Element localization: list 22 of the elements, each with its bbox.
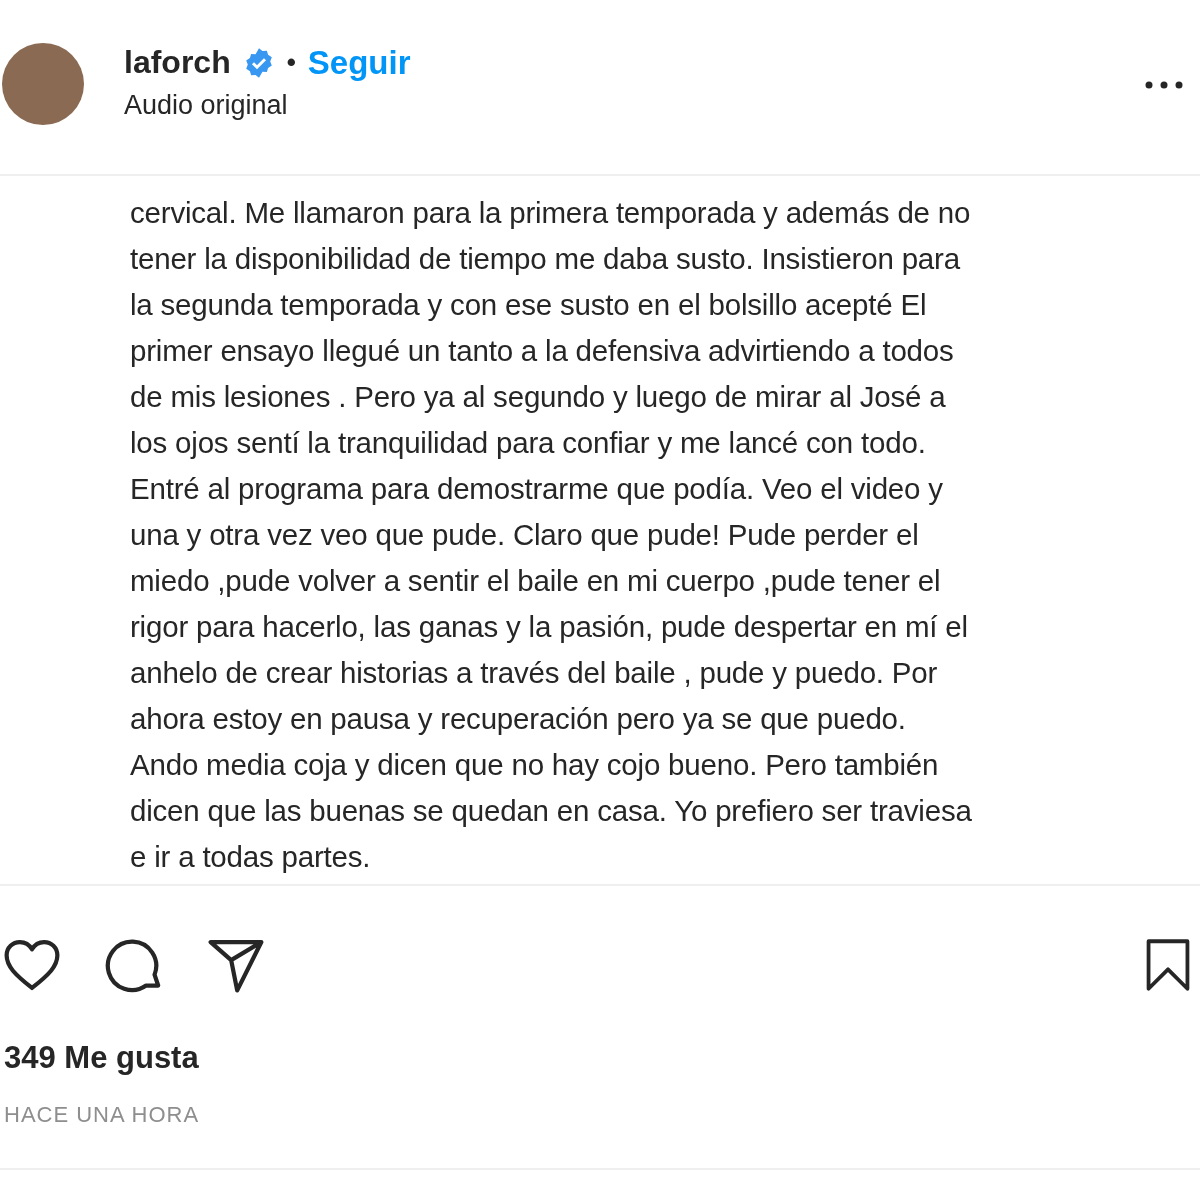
separator-dot: •: [286, 47, 296, 78]
more-options-icon[interactable]: [1144, 80, 1184, 90]
audio-label[interactable]: Audio original: [124, 89, 411, 121]
caption-line: Ando media coja y dicen que no hay cojo bueno. Pero también: [130, 747, 940, 783]
bookmark-icon[interactable]: [1144, 938, 1192, 992]
caption-line: una y otra vez veo que pude. Claro que pude! Pude perder el: [130, 517, 920, 553]
caption-line: primer ensayo llegué un tanto a la defensiva advirtiendo a todos: [130, 333, 955, 369]
caption-line: de mis lesiones . Pero ya al segundo y luego de mirar al José a: [130, 379, 947, 415]
caption-line: los ojos sentí la tranquilidad para confiar y me lancé con todo.: [130, 425, 927, 461]
caption-line: anhelo de crear historias a través del baile , pude y puedo. Por: [130, 655, 939, 691]
caption-line: e ir a todas partes.: [130, 839, 372, 875]
username[interactable]: laforch: [124, 44, 231, 81]
caption-line: miedo ,pude volver a sentir el baile en mi cuerpo ,pude tener el: [130, 563, 942, 599]
caption-line: Entré al programa para demostrarme que podía. Veo el video y: [130, 471, 944, 507]
caption-line: cervical. Me llamaron para la primera temporada y además de no: [130, 195, 972, 231]
caption-line: ahora estoy en pausa y recuperación pero ya se que puedo.: [130, 701, 907, 737]
heart-icon[interactable]: [3, 938, 61, 992]
caption-line: tener la disponibilidad de tiempo me daba susto. Insistieron para: [130, 241, 962, 277]
caption-line: dicen que las buenas se quedan en casa. Yo prefiero ser traviesa: [130, 793, 973, 829]
caption-line: la segunda temporada y con ese susto en el bolsillo acepté El: [130, 287, 928, 323]
caption-line: rigor para hacerlo, las ganas y la pasión, pude despertar en mí el: [130, 609, 969, 645]
likes-count[interactable]: 349 Me gusta: [0, 1040, 1200, 1076]
